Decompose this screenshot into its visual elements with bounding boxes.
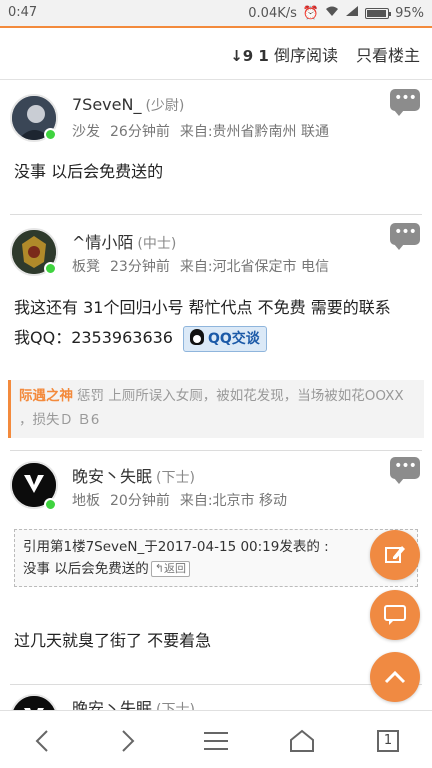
clock: 0:47: [8, 5, 38, 20]
only-author-button[interactable]: 只看楼主: [356, 42, 420, 66]
network-speed: 0.04K/s: [248, 5, 297, 21]
chevron-up-icon: [384, 670, 406, 684]
punishment-notice: 际遇之神 惩罚 上厕所误入女厕，被如花发现，当场被如花OOXX ，损失Ｄ Ｂ6: [8, 380, 424, 438]
post-content: 过几天就臭了街了 不要着急: [14, 631, 212, 650]
username[interactable]: ^情小陌 (中士): [72, 229, 176, 253]
divider: [10, 684, 422, 685]
post-location: 来自:北京市 移动: [179, 493, 287, 509]
post-time: 20分钟前: [110, 493, 170, 509]
signal-icon: [345, 5, 359, 21]
post-location: 来自:河北省保定市 电信: [179, 259, 329, 275]
divider: [10, 450, 422, 451]
username-text: 7SeveN_: [72, 95, 142, 114]
quote-body: 没事 以后会免费送的 ↰返回: [23, 558, 409, 580]
quote-block: 引用第1楼7SeveN_于2017-04-15 00:19发表的 : 没事 以后…: [14, 529, 418, 587]
reverse-order-label: 倒序阅读: [273, 46, 338, 65]
battery-percent: 95%: [395, 5, 424, 21]
post-time: 26分钟前: [110, 124, 170, 140]
divider: [10, 214, 422, 215]
battery-icon: [365, 7, 392, 19]
quote-text: 没事 以后会免费送的: [23, 561, 149, 577]
comment-icon[interactable]: •••: [390, 223, 420, 250]
user-rank: (中士): [137, 236, 177, 252]
battery-fill: [367, 9, 386, 17]
menu-icon: [204, 732, 228, 750]
content-line: 我QQ：2353963636 QQ交谈: [14, 323, 391, 353]
tab-count: 1: [377, 730, 399, 752]
chevron-right-icon: [122, 730, 135, 752]
qq-number: 我QQ：2353963636: [14, 328, 173, 347]
online-indicator: [44, 498, 57, 511]
home-button[interactable]: [282, 721, 322, 761]
comment-icon[interactable]: •••: [390, 89, 420, 116]
post-time: 23分钟前: [110, 259, 170, 275]
edit-icon: [385, 546, 405, 563]
online-indicator: [44, 128, 57, 141]
reply-button[interactable]: [370, 590, 420, 640]
username-text: 晚安丶失眠: [72, 467, 153, 486]
home-icon: [290, 729, 314, 752]
forward-button[interactable]: [108, 721, 148, 761]
qq-chat-label: QQ交谈: [208, 330, 260, 347]
user-rank: (下士): [156, 470, 195, 486]
floor-label: 沙发: [72, 124, 100, 140]
status-bar: 0:47 0.04K/s ⏰ 95%: [0, 0, 432, 26]
user-rank: (少尉): [145, 98, 185, 114]
tabs-button[interactable]: 1: [368, 721, 408, 761]
quote-back-button[interactable]: ↰返回: [150, 561, 191, 577]
username[interactable]: 晚安丶失眠(下士): [72, 463, 195, 487]
floor-label: 地板: [72, 493, 100, 509]
post-meta: 板凳 23分钟前 来自:河北省保定市 电信: [72, 256, 329, 276]
message-icon: [384, 605, 406, 625]
quote-header: 引用第1楼7SeveN_于2017-04-15 00:19发表的 :: [23, 539, 329, 555]
online-indicator: [44, 262, 57, 275]
menu-button[interactable]: [196, 721, 236, 761]
back-button[interactable]: [22, 721, 62, 761]
username-text: ^情小陌: [72, 233, 134, 252]
post-meta: 沙发 26分钟前 来自:贵州省黔南州 联通: [72, 121, 329, 141]
post-content: 我这还有 31个回归小号 帮忙代点 不免费 需要的联系 我QQ：23539636…: [14, 293, 391, 353]
sort-icon: ↓9 1: [230, 47, 269, 65]
thread-toolbar: ↓9 1 倒序阅读 只看楼主: [0, 26, 432, 80]
browser-bottom-bar: 1: [0, 710, 432, 768]
scroll-top-button[interactable]: [370, 652, 420, 702]
reverse-order-button[interactable]: ↓9 1 倒序阅读: [230, 42, 338, 66]
alarm-icon: ⏰: [302, 5, 320, 21]
punishment-source[interactable]: 际遇之神: [19, 388, 73, 404]
compose-button[interactable]: [370, 530, 420, 580]
wifi-icon: [325, 5, 339, 21]
content-line: 我这还有 31个回归小号 帮忙代点 不免费 需要的联系: [14, 298, 391, 317]
punishment-text: 惩罚 上厕所误入女厕，被如花发现，当场被如花OOXX ，损失Ｄ Ｂ6: [19, 388, 404, 428]
qq-penguin-icon: [190, 328, 204, 345]
username[interactable]: 7SeveN_ (少尉): [72, 95, 184, 115]
chevron-left-icon: [35, 730, 48, 752]
post-location: 来自:贵州省黔南州 联通: [179, 124, 329, 140]
comment-icon[interactable]: •••: [390, 457, 420, 484]
qq-chat-button[interactable]: QQ交谈: [183, 325, 267, 352]
post-meta: 地板 20分钟前 来自:北京市 移动: [72, 490, 287, 510]
status-icons: 0.04K/s ⏰ 95%: [248, 5, 424, 21]
floor-label: 板凳: [72, 259, 100, 275]
post-content: 没事 以后会免费送的: [14, 162, 164, 181]
quote-back-label: 返回: [164, 562, 187, 575]
